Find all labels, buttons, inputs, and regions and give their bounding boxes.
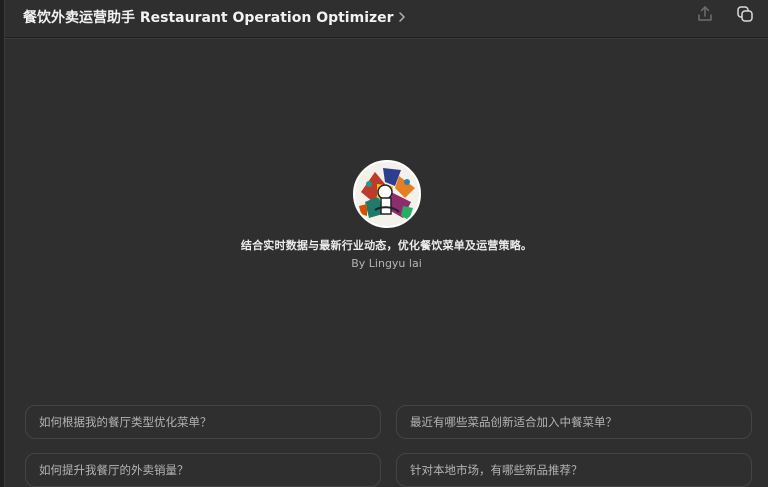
gpt-title: 餐饮外卖运营助手 Restaurant Operation Optimizer	[23, 10, 394, 26]
suggestion-grid: 如何根据我的餐厅类型优化菜单？ 最近有哪些菜品创新适合加入中餐菜单？ 如何提升我…	[25, 405, 752, 487]
new-chat-icon	[736, 5, 754, 27]
share-upload-icon	[696, 5, 714, 27]
gpt-author: By Lingyu lai	[351, 257, 422, 270]
colorful-abstract-avatar	[354, 162, 419, 226]
header-actions	[694, 5, 756, 27]
top-bar: 餐饮外卖运营助手 Restaurant Operation Optimizer	[5, 0, 768, 38]
suggestion-chip[interactable]: 如何提升我餐厅的外卖销量？	[25, 453, 381, 487]
gpt-avatar	[352, 160, 421, 228]
chevron-right-icon	[397, 10, 407, 24]
suggestion-chip[interactable]: 针对本地市场，有哪些新品推荐？	[396, 453, 752, 487]
app-window: 餐饮外卖运营助手 Restaurant Operation Optimizer	[0, 0, 768, 487]
new-chat-button[interactable]	[734, 5, 756, 27]
suggestion-chip[interactable]: 如何根据我的餐厅类型优化菜单？	[25, 405, 381, 439]
suggestion-chip[interactable]: 最近有哪些菜品创新适合加入中餐菜单？	[396, 405, 752, 439]
gpt-title-button[interactable]: 餐饮外卖运营助手 Restaurant Operation Optimizer	[23, 6, 407, 28]
gpt-description: 结合实时数据与最新行业动态，优化餐饮菜单及运营策略。	[240, 239, 533, 252]
share-button[interactable]	[694, 5, 716, 27]
gpt-intro: 结合实时数据与最新行业动态，优化餐饮菜单及运营策略。 By Lingyu lai	[5, 160, 768, 270]
